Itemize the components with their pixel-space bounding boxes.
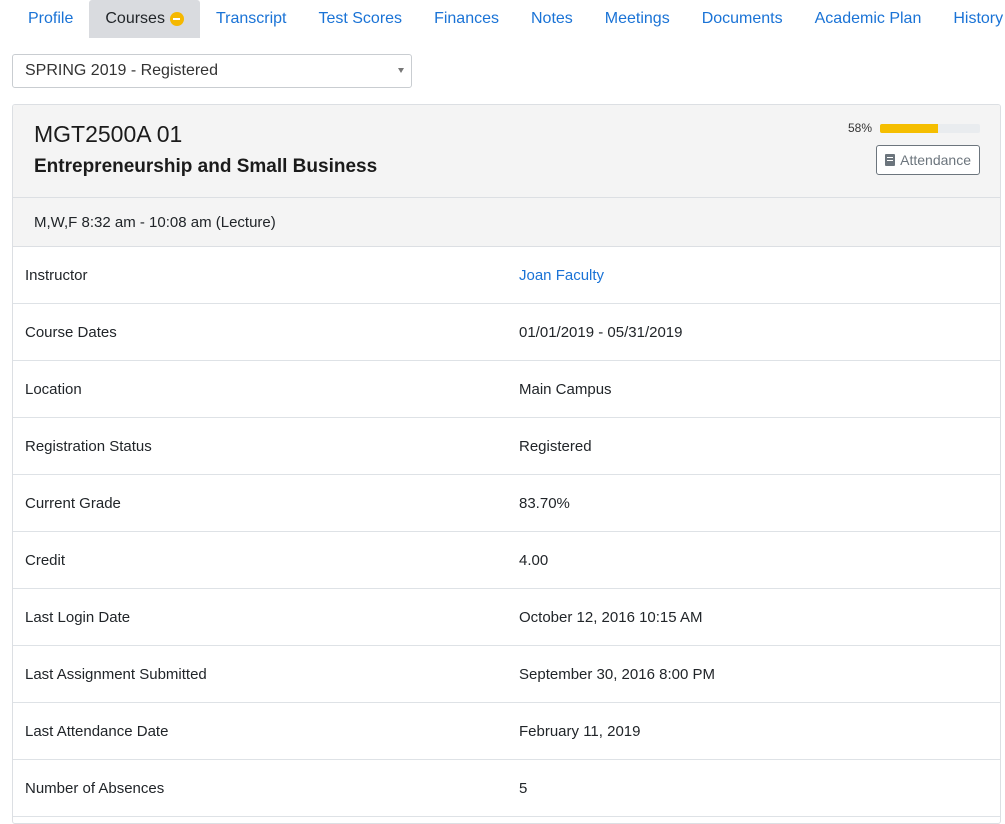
detail-row-registration-status: Registration Status Registered bbox=[13, 418, 1000, 475]
detail-value: 83.70% bbox=[519, 494, 570, 512]
detail-value: 01/01/2019 - 05/31/2019 bbox=[519, 323, 683, 341]
tab-finances[interactable]: Finances bbox=[418, 0, 515, 38]
detail-value: 5 bbox=[519, 779, 528, 797]
attendance-button[interactable]: Attendance bbox=[876, 145, 980, 175]
detail-row-course-dates: Course Dates 01/01/2019 - 05/31/2019 bbox=[13, 304, 1000, 361]
detail-row-credit: Credit 4.00 bbox=[13, 532, 1000, 589]
tab-notes[interactable]: Notes bbox=[515, 0, 589, 38]
detail-value: September 30, 2016 8:00 PM bbox=[519, 665, 715, 683]
progress-fill bbox=[880, 123, 938, 133]
tab-label: Academic Plan bbox=[814, 10, 922, 27]
detail-label: Number of Absences bbox=[25, 779, 165, 797]
detail-value: February 11, 2019 bbox=[519, 722, 641, 740]
tab-label: Transcript bbox=[215, 10, 287, 27]
detail-label: Current Grade bbox=[25, 494, 121, 512]
tab-history[interactable]: History bbox=[937, 0, 1005, 38]
course-progress: 58% bbox=[848, 121, 980, 135]
tab-test-scores[interactable]: Test Scores bbox=[302, 0, 418, 38]
progress-track bbox=[880, 123, 980, 133]
chevron-down-icon bbox=[398, 68, 404, 73]
course-card-header: MGT2500A 01 Entrepreneurship and Small B… bbox=[13, 105, 1000, 198]
detail-row-last-assignment: Last Assignment Submitted September 30, … bbox=[13, 646, 1000, 703]
attendance-button-label: Attendance bbox=[900, 152, 971, 168]
detail-row-instructor: Instructor Joan Faculty bbox=[13, 247, 1000, 304]
term-select-value: SPRING 2019 - Registered bbox=[25, 62, 218, 79]
tab-label: History bbox=[953, 10, 1004, 27]
detail-label: Location bbox=[25, 380, 82, 398]
detail-row-last-attendance: Last Attendance Date February 11, 2019 bbox=[13, 703, 1000, 760]
detail-label: Last Attendance Date bbox=[25, 722, 169, 740]
tab-documents[interactable]: Documents bbox=[686, 0, 799, 38]
detail-label: Instructor bbox=[25, 266, 88, 284]
detail-value: 4.00 bbox=[519, 551, 549, 569]
tab-courses[interactable]: Courses bbox=[89, 0, 200, 38]
detail-value: Main Campus bbox=[519, 380, 612, 398]
book-icon bbox=[885, 154, 896, 166]
term-select[interactable]: SPRING 2019 - Registered bbox=[12, 54, 412, 88]
tab-label: Finances bbox=[434, 10, 499, 27]
course-name: Entrepreneurship and Small Business bbox=[34, 156, 378, 177]
detail-label: Course Dates bbox=[25, 323, 117, 341]
tab-label: Profile bbox=[28, 10, 74, 27]
detail-label: Last Assignment Submitted bbox=[25, 665, 207, 683]
detail-label: Credit bbox=[25, 551, 66, 569]
top-nav: Profile Courses Transcript Test Scores F… bbox=[0, 0, 1005, 38]
detail-label: Last Login Date bbox=[25, 608, 131, 626]
tab-label: Courses bbox=[105, 10, 165, 27]
progress-label: 58% bbox=[847, 121, 872, 135]
detail-row-location: Location Main Campus bbox=[13, 361, 1000, 418]
instructor-link[interactable]: Joan Faculty bbox=[519, 267, 604, 284]
minus-circle-icon bbox=[169, 12, 184, 26]
detail-row-absences: Number of Absences 5 bbox=[13, 760, 1000, 817]
detail-label: Registration Status bbox=[25, 437, 152, 455]
course-schedule: M,W,F 8:32 am - 10:08 am (Lecture) bbox=[13, 198, 1000, 247]
tab-label: Documents bbox=[701, 10, 783, 27]
detail-row-current-grade: Current Grade 83.70% bbox=[13, 475, 1000, 532]
tab-transcript[interactable]: Transcript bbox=[200, 0, 303, 38]
detail-value: Registered bbox=[519, 437, 592, 455]
tab-meetings[interactable]: Meetings bbox=[589, 0, 686, 38]
tab-label: Notes bbox=[530, 10, 573, 27]
tab-label: Meetings bbox=[604, 10, 670, 27]
detail-row-last-login: Last Login Date October 12, 2016 10:15 A… bbox=[13, 589, 1000, 646]
tab-academic-plan[interactable]: Academic Plan bbox=[799, 0, 938, 38]
course-code: MGT2500A 01 bbox=[34, 121, 183, 147]
course-card: MGT2500A 01 Entrepreneurship and Small B… bbox=[12, 104, 1001, 824]
tab-label: Test Scores bbox=[318, 10, 403, 27]
tab-profile[interactable]: Profile bbox=[12, 0, 89, 38]
detail-value: October 12, 2016 10:15 AM bbox=[519, 608, 703, 626]
